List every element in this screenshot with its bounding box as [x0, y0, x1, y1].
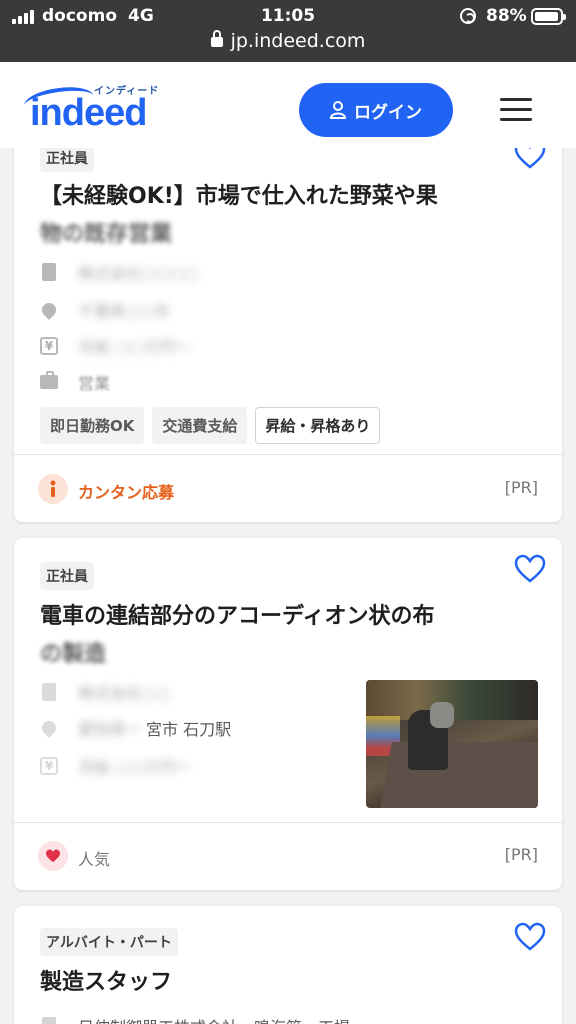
category-row: 営業: [40, 370, 110, 394]
salary-text: 月給 ○○万円〜: [78, 758, 192, 777]
employment-type-badge: アルバイト・パート: [40, 928, 178, 956]
heart-icon[interactable]: [514, 922, 546, 952]
employment-type-badge: 正社員: [40, 562, 94, 590]
yen-icon: ¥: [40, 757, 58, 775]
tag-list: 即日勤務OK 交通費支給 昇給・昇格あり: [40, 407, 381, 444]
location-row: 愛知県一 宮市 石刀駅: [39, 716, 232, 740]
job-title-blurred: 物の既存営業: [40, 222, 173, 247]
company-row: 日伸制御器工株式会社 鳴海第一工場: [40, 1014, 350, 1024]
easy-apply-label: カンタン応募: [78, 483, 175, 502]
company-row: 株式会社○○○○: [40, 260, 198, 284]
job-title[interactable]: 製造スタッフ: [40, 964, 500, 1002]
status-bar: docomo 4G 11:05 88% jp.indeed.com: [0, 0, 576, 62]
login-label: ログイン: [354, 102, 422, 123]
lock-icon: [210, 30, 223, 47]
orientation-lock-icon: [460, 8, 476, 24]
popular-label: 人気: [78, 850, 111, 869]
job-card[interactable]: アルバイト・パート 製造スタッフ 日伸制御器工株式会社 鳴海第一工場: [14, 906, 562, 1024]
easy-apply-icon: [38, 474, 68, 504]
employment-type-badge: 正社員: [40, 144, 94, 172]
tag-chip: 即日勤務OK: [40, 407, 145, 444]
company-name: 日伸制御器工株式会社 鳴海第一工場: [78, 1014, 350, 1024]
login-button[interactable]: ログイン: [299, 83, 453, 137]
job-title-blurred: の製造: [40, 642, 107, 667]
indeed-logo[interactable]: インディード indeed: [22, 76, 166, 136]
location-row: 千葉県○○市: [39, 298, 170, 322]
user-icon: [330, 101, 346, 119]
building-icon: [42, 683, 56, 701]
job-card[interactable]: 正社員 電車の連結部分のアコーディオン状の布 の製造 株式会社○○ 愛知県一 宮…: [14, 538, 562, 890]
pr-label: [PR]: [504, 478, 538, 497]
job-title-text: 【未経験OK!】市場で仕入れた野菜や果: [40, 184, 438, 209]
site-header: インディード indeed ログイン: [0, 62, 576, 148]
building-icon: [42, 263, 56, 281]
battery-percent: 88%: [486, 6, 527, 26]
pr-label: [PR]: [504, 845, 538, 864]
battery-icon: [531, 8, 566, 25]
job-thumbnail-image: [366, 680, 538, 808]
card-divider: [14, 454, 562, 455]
job-title-text: 電車の連結部分のアコーディオン状の布: [40, 604, 435, 629]
salary-row: ¥ 月給 ○○万円〜: [40, 754, 191, 778]
company-name: 株式会社○○○○: [78, 264, 198, 283]
job-title-text: 製造スタッフ: [40, 970, 173, 995]
tag-chip: 交通費支給: [152, 407, 248, 444]
popular-heart-icon: [38, 841, 68, 871]
salary-text: 月給 ○○万円〜: [78, 338, 192, 357]
job-card[interactable]: 正社員 【未経験OK!】市場で仕入れた野菜や果 物の既存営業 株式会社○○○○ …: [14, 120, 562, 522]
tag-chip: 昇給・昇格あり: [255, 407, 381, 444]
location-text-blurred: 愛知県一: [78, 720, 143, 739]
category-text: 営業: [78, 374, 111, 393]
url-text: jp.indeed.com: [230, 30, 366, 52]
salary-row: ¥ 月給 ○○万円〜: [40, 334, 191, 358]
logo-word: indeed: [30, 92, 147, 134]
company-name: 株式会社○○: [78, 684, 170, 703]
company-row: 株式会社○○: [40, 680, 170, 704]
heart-icon[interactable]: [514, 554, 546, 584]
menu-icon[interactable]: [500, 98, 532, 122]
location-pin-icon: [39, 718, 59, 738]
location-text: 千葉県○○市: [78, 302, 170, 321]
briefcase-icon: [40, 371, 58, 389]
location-pin-icon: [39, 300, 59, 320]
job-title[interactable]: 【未経験OK!】市場で仕入れた野菜や果 物の既存営業: [40, 178, 500, 254]
card-divider: [14, 822, 562, 823]
job-title[interactable]: 電車の連結部分のアコーディオン状の布 の製造: [40, 598, 510, 674]
yen-icon: ¥: [40, 337, 58, 355]
building-icon: [42, 1017, 56, 1024]
address-bar[interactable]: jp.indeed.com: [0, 30, 576, 52]
location-text: 宮市 石刀駅: [146, 720, 232, 739]
